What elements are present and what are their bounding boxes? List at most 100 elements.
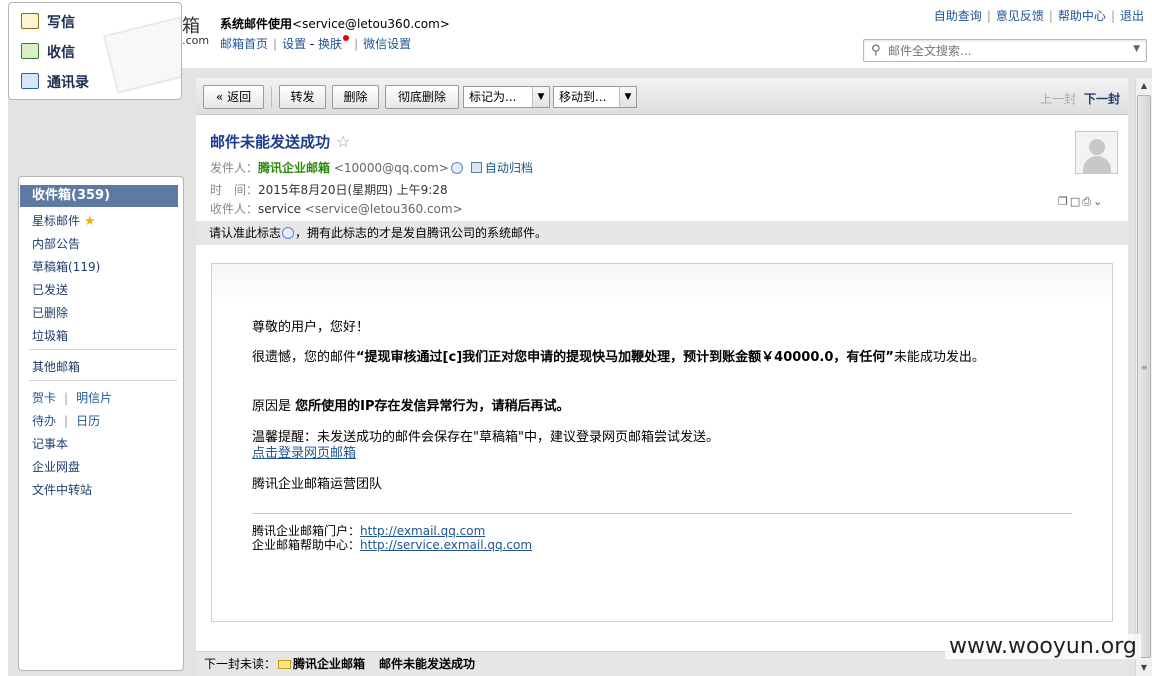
fullscreen-icon[interactable]: □ <box>1070 195 1082 208</box>
folder-starred-label: 星标邮件 <box>32 214 81 228</box>
inbox-download-icon <box>21 43 39 59</box>
folder-starred[interactable]: 星标邮件 ★ <box>32 212 96 229</box>
notice-text-1: 请认准此标志 <box>209 226 282 240</box>
nav-skin[interactable]: 换肤 <box>318 37 342 51</box>
tools-row-2: 待办 | 日历 <box>32 414 101 428</box>
tool-greeting-card[interactable]: 贺卡 <box>32 391 56 405</box>
to-row: 收件人：service <service@letou360.com> <box>210 200 463 217</box>
from-row: 发件人：腾讯企业邮箱 <10000@qq.com> 自动归档 <box>210 159 533 176</box>
next-mail-link[interactable]: 下一封 <box>1084 92 1120 106</box>
time-label: 时 间： <box>210 183 259 197</box>
folder-divider <box>29 349 177 350</box>
contacts-button[interactable]: 通讯录 <box>21 72 89 96</box>
prev-next-nav: 上一封 下一封 <box>1040 90 1120 107</box>
envelope-decoration-icon <box>102 16 181 94</box>
folder-deleted[interactable]: 已删除 <box>32 304 68 321</box>
receive-button[interactable]: 收信 <box>21 42 75 66</box>
sender-avatar <box>1075 131 1118 174</box>
folder-inbox[interactable]: 收件箱(359) <box>20 185 178 207</box>
compose-button[interactable]: 写信 <box>21 12 75 36</box>
folder-other[interactable]: 其他邮箱 <box>32 358 80 375</box>
to-label: 收件人： <box>210 202 259 216</box>
search-dropdown-icon[interactable]: ▼ <box>1133 44 1140 54</box>
watermark: www.wooyun.org <box>945 634 1141 659</box>
vertical-scrollbar[interactable]: ▲ ≡ ▼ <box>1135 78 1152 676</box>
mark-as-select[interactable]: 标记为... ▼ <box>463 86 550 108</box>
nav-wechat[interactable]: 微信设置 <box>363 37 411 51</box>
back-button[interactable]: « 返回 <box>203 85 264 109</box>
notice-text-2: ，拥有此标志的才是发自腾讯公司的系统邮件。 <box>295 226 548 240</box>
grip-icon: ≡ <box>1141 363 1148 372</box>
print-icon[interactable]: ⎙ <box>1082 195 1093 208</box>
nav-settings[interactable]: 设置 <box>282 37 306 51</box>
next-unread-subject[interactable]: 邮件未能发送成功 <box>379 657 475 671</box>
chevron-down-icon: ▼ <box>619 87 636 107</box>
contacts-label: 通讯录 <box>47 75 89 91</box>
folder-divider <box>29 380 177 381</box>
footer-help-link[interactable]: http://service.exmail.qq.com <box>360 538 532 552</box>
next-unread-sender[interactable]: 腾讯企业邮箱 <box>293 657 365 671</box>
reminder-paragraph: 温馨提醒：未发送成功的邮件会保存在"草稿箱"中，建议登录网页邮箱尝试发送。 <box>252 430 719 445</box>
scroll-thumb[interactable]: ≡ <box>1137 95 1151 658</box>
folder-sent[interactable]: 已发送 <box>32 281 68 298</box>
greeting: 尊敬的用户，您好！ <box>252 320 370 335</box>
envelope-icon <box>278 660 292 669</box>
subject-text: 邮件未能发送成功 <box>210 133 331 151</box>
body-divider <box>252 513 1072 514</box>
footer-help-row: 企业邮箱帮助中心：http://service.exmail.qq.com <box>252 538 532 552</box>
from-name[interactable]: 腾讯企业邮箱 <box>258 161 330 175</box>
mail-subject: 邮件未能发送成功 ☆ <box>210 131 350 152</box>
account-email: <service@letou360.com> <box>292 17 450 31</box>
p1-suffix: 未能成功发出。 <box>893 350 985 365</box>
mail-body-frame: 尊敬的用户，您好！ 很遗憾，您的邮件“提现审核通过[c]我们正对您申请的提现快马… <box>211 263 1113 622</box>
delete-permanently-button[interactable]: 彻底删除 <box>385 85 459 109</box>
compose-label: 写信 <box>47 15 75 31</box>
official-mail-notice: 请认准此标志 ，拥有此标志的才是发自腾讯公司的系统邮件。 <box>196 221 1128 245</box>
scroll-up-icon[interactable]: ▲ <box>1136 78 1152 94</box>
scroll-down-icon[interactable]: ▼ <box>1136 660 1152 676</box>
chevron-down-icon: ▼ <box>532 87 549 107</box>
tool-todo[interactable]: 待办 <box>32 414 56 428</box>
prev-mail-link[interactable]: 上一封 <box>1040 92 1076 106</box>
more-chevron-icon[interactable]: ⌄ <box>1093 195 1104 208</box>
tool-file-transfer[interactable]: 文件中转站 <box>32 481 92 498</box>
account-label: 系统邮件使用 <box>220 17 293 31</box>
folder-announce[interactable]: 内部公告 <box>32 235 80 252</box>
folder-spam[interactable]: 垃圾箱 <box>32 327 68 344</box>
auto-archive-link[interactable]: 自动归档 <box>485 161 533 175</box>
account-info: 系统邮件使用<service@letou360.com> <box>220 15 450 32</box>
link-feedback[interactable]: 意见反馈 <box>996 9 1044 23</box>
search-icon: ⚲ <box>871 43 881 58</box>
footer-portal-link[interactable]: http://exmail.qq.com <box>360 524 485 538</box>
delete-button[interactable]: 删除 <box>332 85 379 109</box>
login-webmail-link[interactable]: 点击登录网页邮箱 <box>252 446 356 461</box>
time-row: 时 间：2015年8月20日(星期四) 上午9:28 <box>210 181 448 198</box>
folder-list: 收件箱(359) 星标邮件 ★ 内部公告 草稿箱(119) 已发送 已删除 垃圾箱… <box>18 176 184 671</box>
tools-row-1: 贺卡 | 明信片 <box>32 391 113 405</box>
pencil-icon <box>21 13 39 29</box>
move-to-select[interactable]: 移动到... ▼ <box>553 86 637 108</box>
link-logout[interactable]: 退出 <box>1120 9 1144 23</box>
link-self-query[interactable]: 自助查询 <box>934 9 982 23</box>
folder-drafts[interactable]: 草稿箱(119) <box>32 258 100 275</box>
mail-view-tools: ❐□⎙⌄ <box>1058 195 1104 209</box>
tool-calendar[interactable]: 日历 <box>76 414 100 428</box>
new-window-icon[interactable]: ❐ <box>1058 195 1070 208</box>
reason-paragraph: 原因是 您所使用的IP存在发信异常行为，请稍后再试。 <box>252 399 570 414</box>
tool-postcard[interactable]: 明信片 <box>76 391 112 405</box>
link-help[interactable]: 帮助中心 <box>1058 9 1106 23</box>
top-links: 自助查询 | 意见反馈 | 帮助中心 | 退出 <box>933 9 1144 23</box>
search-input[interactable] <box>888 42 1118 60</box>
failure-paragraph: 很遗憾，您的邮件“提现审核通过[c]我们正对您申请的提现快马加鞭处理，预计到账金… <box>252 350 1062 365</box>
star-outline-icon[interactable]: ☆ <box>336 132 350 151</box>
next-unread-label: 下一封未读： <box>204 657 277 671</box>
time-value: 2015年8月20日(星期四) 上午9:28 <box>258 183 448 197</box>
to-address: <service@letou360.com> <box>304 202 463 216</box>
tool-netdisk[interactable]: 企业网盘 <box>32 458 80 475</box>
p1-prefix: 很遗憾，您的邮件 <box>252 350 357 365</box>
tool-notes[interactable]: 记事本 <box>32 435 68 452</box>
forward-button[interactable]: 转发 <box>279 85 326 109</box>
nav-home[interactable]: 邮箱首页 <box>220 37 268 51</box>
move-to-label: 移动到... <box>559 90 607 104</box>
search-box[interactable]: ⚲ ▼ <box>863 39 1147 62</box>
